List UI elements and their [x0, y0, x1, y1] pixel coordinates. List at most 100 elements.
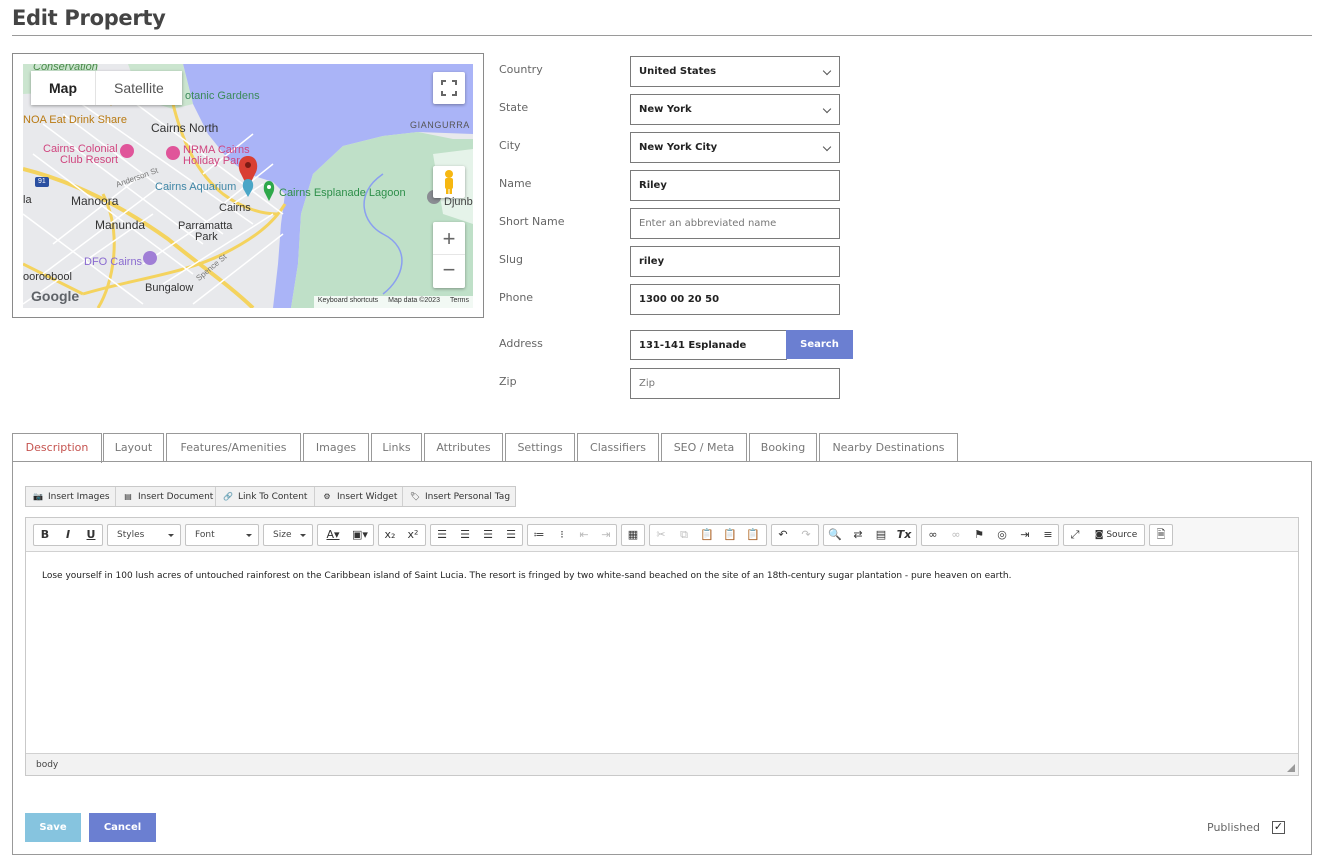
background-color-icon[interactable]: ▣▾ — [347, 525, 373, 545]
map-label: Conservation — [33, 64, 98, 73]
tab-settings[interactable]: Settings — [505, 433, 575, 462]
subscript-icon[interactable]: x₂ — [379, 525, 401, 545]
size-dropdown[interactable]: Size — [263, 524, 313, 546]
styles-dropdown[interactable]: Styles — [107, 524, 181, 546]
map-label: Djunb — [444, 196, 473, 208]
italic-icon[interactable]: I — [57, 525, 79, 545]
cancel-button[interactable]: Cancel — [89, 813, 156, 842]
dropdown-arrow-icon — [168, 534, 174, 537]
blockquote-icon[interactable]: ⇥ — [1014, 525, 1036, 545]
map-type-map-button[interactable]: Map — [31, 71, 95, 105]
bold-icon[interactable]: B — [34, 525, 56, 545]
zoom-in-icon[interactable]: + — [433, 222, 465, 255]
keyboard-shortcuts-link[interactable]: Keyboard shortcuts — [318, 297, 378, 304]
font-dropdown[interactable]: Font — [185, 524, 259, 546]
city-select[interactable]: New York City — [630, 132, 840, 163]
address-search-button[interactable]: Search — [786, 330, 853, 359]
source-icon: ◙ — [1094, 530, 1104, 540]
chevron-down-icon — [822, 104, 832, 114]
underline-icon[interactable]: U — [80, 525, 102, 545]
maximize-icon[interactable]: ⤢ — [1064, 525, 1086, 545]
tab-links[interactable]: Links — [371, 433, 422, 462]
short-name-input[interactable]: Enter an abbreviated name — [630, 208, 840, 239]
zip-input[interactable]: Zip — [630, 368, 840, 399]
map-label: Club Resort — [60, 154, 119, 166]
element-path[interactable]: body — [36, 760, 58, 770]
tab-attributes[interactable]: Attributes — [424, 433, 503, 462]
templates-group: 🗎 — [1149, 524, 1173, 546]
insert-personal-tag-button[interactable]: 🏷 Insert Personal Tag — [403, 487, 516, 506]
slug-input[interactable]: riley — [630, 246, 840, 277]
rich-text-editor: B I U Styles Font Size A▾ ▣▾ x₂ x² ☰ ☰ ☰… — [25, 517, 1299, 776]
zoom-out-icon[interactable]: − — [433, 255, 465, 288]
chevron-down-icon — [822, 142, 832, 152]
superscript-icon[interactable]: x² — [402, 525, 424, 545]
paste-icon[interactable]: 📋 — [696, 525, 718, 545]
indent-icon[interactable]: ⇥ — [595, 525, 617, 545]
map-type-satellite-button[interactable]: Satellite — [95, 71, 182, 105]
tab-features-amenities[interactable]: Features/Amenities — [166, 433, 301, 462]
redo-icon[interactable]: ↷ — [795, 525, 817, 545]
align-center-icon[interactable]: ☰ — [454, 525, 476, 545]
address-input[interactable]: 131-141 Esplanade — [630, 330, 787, 360]
paste-word-icon[interactable]: 📋 — [742, 525, 764, 545]
name-input[interactable]: Riley — [630, 170, 840, 201]
tab-images[interactable]: Images — [303, 433, 369, 462]
cut-icon[interactable]: ✂ — [650, 525, 672, 545]
state-label: State — [499, 101, 529, 114]
globe-icon[interactable]: ◎ — [991, 525, 1013, 545]
editor-content[interactable]: Lose yourself in 100 lush acres of untou… — [26, 553, 1298, 753]
state-select[interactable]: New York — [630, 94, 840, 125]
tab-booking[interactable]: Booking — [749, 433, 817, 462]
find-icon[interactable]: 🔍 — [824, 525, 846, 545]
align-left-icon[interactable]: ☰ — [431, 525, 453, 545]
insert-widget-button[interactable]: ⚙ Insert Widget — [315, 487, 403, 506]
unlink-icon[interactable]: ∞ — [945, 525, 967, 545]
horizontal-rule-icon[interactable]: ≡ — [1037, 525, 1059, 545]
city-value: New York City — [639, 142, 718, 153]
save-button[interactable]: Save — [25, 813, 81, 842]
text-color-icon[interactable]: A▾ — [320, 525, 346, 545]
insert-group: ∞ ∞ ⚑ ◎ ⇥ ≡ — [921, 524, 1059, 546]
tools-group: 🔍 ⇄ ▤ Tx — [823, 524, 917, 546]
insert-document-button[interactable]: ▤ Insert Document — [116, 487, 216, 506]
bulleted-list-icon[interactable]: ⁝ — [551, 525, 573, 545]
align-justify-icon[interactable]: ☰ — [500, 525, 522, 545]
replace-icon[interactable]: ⇄ — [847, 525, 869, 545]
insert-images-button[interactable]: 📷 Insert Images — [26, 487, 116, 506]
align-right-icon[interactable]: ☰ — [477, 525, 499, 545]
country-select[interactable]: United States — [630, 56, 840, 87]
map-attribution: Keyboard shortcuts Map data ©2023 Terms — [313, 296, 473, 308]
tab-description[interactable]: Description — [12, 433, 102, 463]
numbered-list-icon[interactable]: ≔ — [528, 525, 550, 545]
templates-icon[interactable]: 🗎 — [1150, 525, 1172, 545]
city-label: City — [499, 139, 521, 152]
link-to-content-button[interactable]: 🔗 Link To Content — [216, 487, 315, 506]
remove-format-icon[interactable]: Tx — [893, 525, 915, 545]
undo-icon[interactable]: ↶ — [772, 525, 794, 545]
tab-nearby-destinations[interactable]: Nearby Destinations — [819, 433, 958, 462]
source-button[interactable]: ◙ Source — [1088, 525, 1144, 545]
published-label: Published — [1207, 821, 1260, 834]
anchor-flag-icon[interactable]: ⚑ — [968, 525, 990, 545]
tab-layout[interactable]: Layout — [103, 433, 164, 462]
paste-text-icon[interactable]: 📋 — [719, 525, 741, 545]
table-icon[interactable]: ▦ — [622, 525, 644, 545]
outdent-icon[interactable]: ⇤ — [573, 525, 595, 545]
pegman-icon[interactable] — [433, 166, 465, 198]
short-name-label: Short Name — [499, 215, 565, 228]
published-checkbox[interactable]: ✓ — [1272, 821, 1285, 834]
fullscreen-icon[interactable] — [433, 72, 465, 104]
copy-icon[interactable]: ⧉ — [673, 525, 695, 545]
map-label: Manoora — [71, 194, 119, 208]
map[interactable]: Map Satellite + − Conservation otanic Gar… — [23, 64, 473, 308]
terms-link[interactable]: Terms — [450, 297, 469, 304]
map-label: Park — [195, 231, 218, 243]
phone-input[interactable]: 1300 00 20 50 — [630, 284, 840, 315]
tab-seo-meta[interactable]: SEO / Meta — [661, 433, 747, 462]
select-all-icon[interactable]: ▤ — [870, 525, 892, 545]
link-icon[interactable]: ∞ — [922, 525, 944, 545]
tab-classifiers[interactable]: Classifiers — [577, 433, 659, 462]
resize-handle[interactable] — [1287, 764, 1295, 772]
camera-icon: 📷 — [33, 492, 43, 501]
